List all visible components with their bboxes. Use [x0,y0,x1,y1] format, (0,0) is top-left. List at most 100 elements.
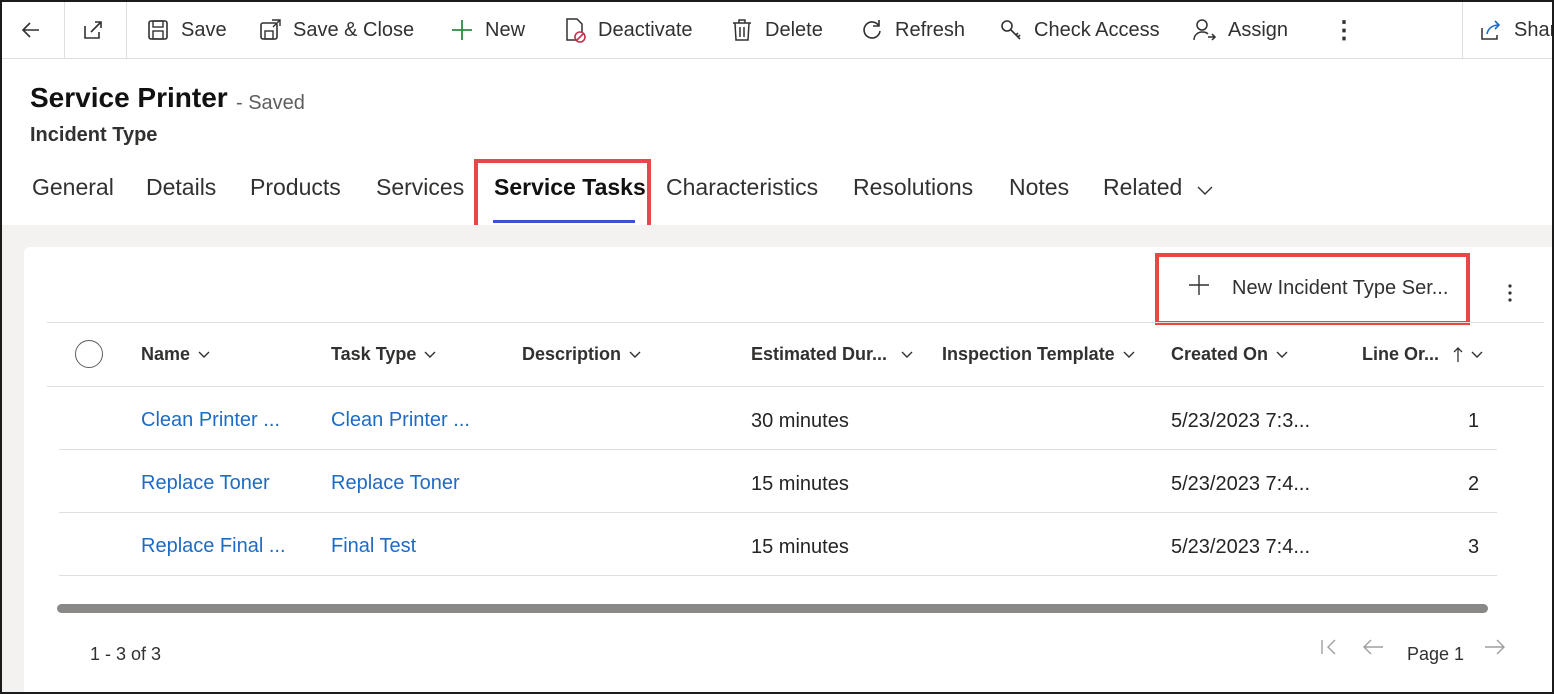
refresh-icon [859,17,885,43]
created-on-cell: 5/23/2023 7:4... [1171,536,1311,558]
record-count: 1 - 3 of 3 [90,644,162,664]
delete-button[interactable]: Delete [729,2,823,58]
check-access-label: Check Access [1034,18,1160,41]
column-header-label: Created On [1171,344,1269,364]
first-page-icon [1321,639,1336,655]
column-header-label: Name [141,344,191,364]
plus-icon [449,17,475,43]
save-status: - Saved [236,92,305,114]
key-icon [998,17,1024,43]
new-button[interactable]: New [449,2,525,58]
tab-details[interactable]: Details [146,174,216,201]
refresh-label: Refresh [895,18,966,41]
arrow-right-icon [1485,639,1505,655]
assign-label: Assign [1228,18,1289,41]
new-label: New [485,18,526,41]
separator [126,2,127,58]
assign-person-icon [1192,17,1218,43]
sort-ascending-icon [1453,346,1463,362]
line-order-cell: 3 [1468,536,1480,558]
horizontal-scrollbar[interactable] [57,604,1488,613]
app-frame: Save Save & Close New Deactivate Delete [0,0,1554,694]
column-header-label: Estimated Dur... [751,344,888,364]
column-header-label: Inspection Template [942,344,1115,364]
tab-products[interactable]: Products [250,174,341,201]
name-link[interactable]: Clean Printer ... [141,409,280,432]
chevron-down-icon [901,351,913,358]
tab-general[interactable]: General [32,174,114,201]
created-on-cell: 5/23/2023 7:3... [1171,410,1311,432]
command-bar: Save Save & Close New Deactivate Delete [2,2,1552,59]
tab-resolutions[interactable]: Resolutions [853,174,973,201]
chevron-down-icon [1276,351,1288,358]
deactivate-label: Deactivate [598,18,693,41]
back-arrow-icon [18,17,44,43]
tab-related-label: Related [1103,174,1183,200]
share-label: Shar [1514,18,1554,41]
save-close-label: Save & Close [293,18,415,41]
task-type-link[interactable]: Replace Toner [331,472,460,495]
open-new-window-button[interactable] [80,2,116,58]
column-header-description[interactable]: Description [522,344,641,365]
column-header-label: Description [522,344,622,364]
column-header-task-type[interactable]: Task Type [331,344,436,365]
chevron-down-icon [629,351,641,358]
column-header-name[interactable]: Name [141,344,210,365]
share-icon [1478,17,1504,43]
column-header-label: Task Type [331,344,417,364]
tab-related[interactable]: Related [1103,174,1213,202]
refresh-button[interactable]: Refresh [859,2,965,58]
save-close-icon [257,17,283,43]
assign-button[interactable]: Assign [1192,2,1288,58]
tab-notes[interactable]: Notes [1009,174,1069,201]
column-header-line-order[interactable]: Line Or... [1362,344,1483,365]
column-header-estimated-duration[interactable]: Estimated Dur... [751,344,913,365]
more-vertical-icon [1508,284,1512,302]
deactivate-icon [562,17,588,43]
chevron-down-icon [1471,351,1483,358]
more-commands-button[interactable]: ⋮ [1332,2,1356,58]
delete-label: Delete [765,18,823,41]
chevron-down-icon [1123,351,1135,358]
column-header-created-on[interactable]: Created On [1171,344,1288,365]
back-button[interactable] [18,2,54,58]
pop-out-icon [80,17,106,43]
separator [64,2,65,58]
tab-services[interactable]: Services [376,174,464,201]
duration-cell: 15 minutes [751,536,849,558]
deactivate-button[interactable]: Deactivate [562,2,693,58]
share-button[interactable]: Shar [1478,2,1554,58]
column-header-inspection-template[interactable]: Inspection Template [942,344,1135,365]
divider [47,386,1544,387]
check-access-button[interactable]: Check Access [998,2,1160,58]
save-label: Save [181,18,227,41]
column-header-label: Line Or... [1362,344,1440,364]
created-on-cell: 5/23/2023 7:4... [1171,473,1311,495]
first-page-button[interactable] [1320,638,1338,662]
highlight-box-new-button [1155,253,1470,325]
previous-page-button[interactable] [1362,638,1384,662]
chevron-down-icon [198,351,210,358]
save-button[interactable]: Save [145,2,227,58]
select-all-checkbox[interactable] [75,340,103,368]
subgrid-more-button[interactable] [1500,280,1520,311]
save-and-close-button[interactable]: Save & Close [257,2,414,58]
divider [59,575,1497,576]
chevron-down-icon [1197,175,1213,202]
entity-name: Incident Type [30,124,158,146]
name-link[interactable]: Replace Final ... [141,535,286,558]
chevron-down-icon [424,351,436,358]
divider [59,449,1497,450]
task-type-link[interactable]: Final Test [331,535,416,558]
next-page-button[interactable] [1484,638,1506,662]
divider [59,512,1497,513]
record-title: Service Printer [30,82,228,113]
name-link[interactable]: Replace Toner [141,472,270,495]
duration-cell: 15 minutes [751,473,849,495]
task-type-link[interactable]: Clean Printer ... [331,409,470,432]
divider [47,322,1544,323]
line-order-cell: 2 [1468,473,1480,495]
trash-icon [729,17,755,43]
tab-characteristics[interactable]: Characteristics [666,174,818,201]
save-icon [145,17,171,43]
